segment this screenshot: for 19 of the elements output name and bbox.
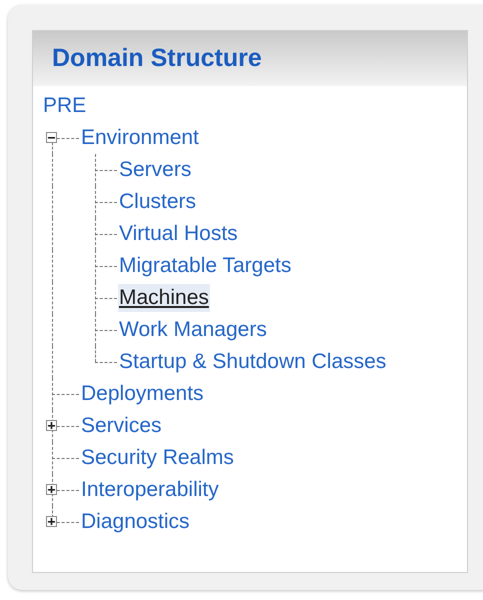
tree-item[interactable]: Virtual Hosts (118, 220, 239, 248)
tree-item[interactable]: Work Managers (118, 316, 268, 344)
tree-item[interactable]: Servers (118, 156, 192, 184)
tree-item[interactable]: Diagnostics (80, 508, 191, 536)
tree-item[interactable]: Environment (80, 124, 200, 152)
tree-item[interactable]: Interoperability (80, 476, 220, 504)
collapse-icon[interactable] (46, 132, 57, 143)
tree-item[interactable]: Services (80, 412, 163, 440)
expand-icon[interactable] (46, 516, 57, 527)
expand-icon[interactable] (46, 420, 57, 431)
tree-item[interactable]: Security Realms (80, 444, 235, 472)
tree-item[interactable]: Migratable Targets (118, 252, 292, 280)
expand-icon[interactable] (46, 484, 57, 495)
tree-item[interactable]: Startup & Shutdown Classes (118, 348, 388, 376)
tree-item[interactable]: Machines (118, 284, 210, 312)
tree-item[interactable]: Clusters (118, 188, 198, 216)
tree-item[interactable]: Deployments (80, 380, 205, 408)
panel-title: Domain Structure (52, 44, 262, 73)
tree-item[interactable]: PRE (42, 92, 88, 120)
